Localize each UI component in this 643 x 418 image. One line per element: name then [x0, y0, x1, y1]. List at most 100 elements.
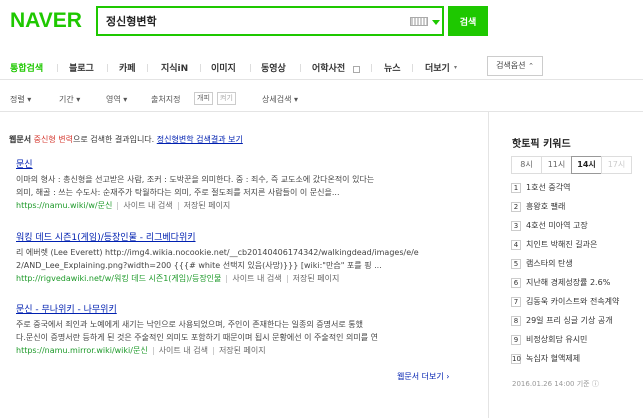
autocomplete-toggle-icon[interactable]: [432, 20, 440, 25]
filter-area-label: 영역: [106, 95, 121, 104]
filter-detail[interactable]: 상세검색 ▾: [262, 94, 298, 105]
hot-keyword-item[interactable]: 4 치인트 박해진 길과은: [511, 239, 636, 258]
notice-text: 으로 검색한 결과입니다.: [72, 135, 155, 144]
hot-topics-timestamp: 2016.01.26 14:00 기준 ⓘ: [512, 379, 599, 389]
rank-badge: 4: [511, 239, 521, 250]
tab-divider: [147, 64, 148, 72]
cached-page-link[interactable]: 저장된 페이지: [184, 201, 231, 210]
source-on-toggle[interactable]: 개피: [194, 92, 213, 105]
filter-area[interactable]: 영역 ▾: [106, 94, 127, 105]
search-options-button[interactable]: 검색옵션 ⌃: [487, 56, 543, 76]
result-snippet-line1: 이마의 형사 : 총신형을 선고받은 사람, 조커 : 도박꾼을 의미한다. 중…: [16, 175, 375, 184]
search-result: 문신 - 무나위키 - 나무위키 주로 중국에서 죄인과 노예에게 새기는 낙인…: [16, 302, 462, 356]
site-search-link[interactable]: 사이트 내 검색: [123, 201, 172, 210]
rank-badge: 8: [511, 315, 521, 326]
search-options-label: 검색옵션: [496, 61, 526, 70]
rank-badge: 5: [511, 258, 521, 269]
rank-badge: 6: [511, 277, 521, 288]
timestamp-label: 2016.01.26 14:00 기준: [512, 380, 590, 388]
chevron-down-icon: ▾: [454, 64, 458, 71]
result-url[interactable]: https://namu.wiki/w/문신: [16, 201, 112, 210]
search-input[interactable]: [106, 11, 396, 31]
hot-keyword-item[interactable]: 1 1호선 중각역: [511, 182, 636, 201]
result-title[interactable]: 워킹 데드 시즌1(게임)/등장인물 - 리그베다위키: [16, 230, 462, 243]
filter-sort[interactable]: 정렬 ▾: [10, 94, 31, 105]
filter-source: 출처지정: [151, 95, 181, 104]
result-snippet-line2: 의미, 해골 : 쓰는 수도사: 순재주가 탁월하다는 의미, 주로 절도죄를 …: [16, 188, 340, 197]
hot-keyword-item[interactable]: 10 녹십자 혈액제제: [511, 353, 636, 372]
more-web-docs-label: 웹문서 더보기: [397, 372, 444, 381]
tab-kin[interactable]: 지식iN: [161, 61, 188, 74]
hot-topics-panel: 핫토픽 키워드 8시 11시 14시 17시 1 1호선 중각역 2 흥왕호 팰래 …: [488, 112, 643, 418]
meta-divider: [177, 201, 179, 210]
site-search-link[interactable]: 사이트 내 검색: [159, 346, 208, 355]
tab-image[interactable]: 이미지: [211, 61, 236, 74]
result-url[interactable]: http://rigvedawiki.net/w/워킹 데드 시즌1(게임)/등…: [16, 274, 221, 283]
original-query-link[interactable]: 정신형변학 검색결과 보기: [157, 135, 243, 144]
hot-keyword-item[interactable]: 2 흥왕호 팰래: [511, 201, 636, 220]
meta-divider: [286, 274, 288, 283]
more-web-docs-link[interactable]: 웹문서 더보기 ›: [397, 371, 449, 382]
hot-keyword-item[interactable]: 7 김동욱 카이스트와 전속계약: [511, 296, 636, 315]
corrected-keyword: 중신형 변력: [33, 135, 73, 144]
filter-sort-label: 정렬: [10, 95, 25, 104]
chevron-down-icon: ▾: [123, 95, 128, 104]
hot-keyword-item[interactable]: 5 램스타의 탄생: [511, 258, 636, 277]
tab-divider: [371, 64, 372, 72]
filter-period[interactable]: 기간 ▾: [59, 94, 80, 105]
rank-badge: 9: [511, 334, 521, 345]
keyword-label: 1호선 중각역: [526, 183, 571, 192]
hour-tab-14[interactable]: 14시: [571, 156, 602, 174]
result-snippet-line1: 리 에버렛 (Lee Everett) http://img4.wikia.no…: [16, 248, 419, 257]
rank-badge: 3: [511, 220, 521, 231]
tab-blog[interactable]: 블로그: [69, 61, 94, 74]
filter-detail-label: 상세검색: [262, 95, 292, 104]
hour-tab-8[interactable]: 8시: [511, 156, 542, 174]
hour-tab-17[interactable]: 17시: [601, 156, 632, 174]
tab-divider: [412, 64, 413, 72]
keyword-label: 29일 프리 싱글 기상 공개: [526, 316, 613, 325]
meta-divider: [212, 346, 214, 355]
tab-divider: [250, 64, 251, 72]
tab-cafe[interactable]: 카페: [119, 61, 136, 74]
chevron-down-icon: ▾: [27, 95, 32, 104]
chevron-down-icon: ▾: [294, 95, 299, 104]
cached-page-link[interactable]: 저장된 페이지: [219, 346, 266, 355]
hot-keyword-item[interactable]: 8 29일 프리 싱글 기상 공개: [511, 315, 636, 334]
tab-video[interactable]: 동영상: [261, 61, 286, 74]
tab-divider: [57, 64, 58, 72]
result-snippet-line2: 다.문신이 증명서란 등하게 된 것은 주술적인 의미도 포함하기 때문이며 됩…: [16, 333, 378, 342]
hot-keyword-item[interactable]: 6 지난해 경제성장률 2.6%: [511, 277, 636, 296]
result-meta: http://rigvedawiki.net/w/워킹 데드 시즌1(게임)/등…: [16, 273, 462, 284]
tab-divider: [200, 64, 201, 72]
tab-dictionary[interactable]: 어학사전: [312, 61, 345, 74]
meta-divider: [152, 346, 154, 355]
info-icon[interactable]: ⓘ: [592, 380, 599, 388]
tab-more[interactable]: 더보기: [425, 61, 450, 74]
result-url[interactable]: https://namu.mirror.wiki/wiki/문신: [16, 346, 148, 355]
result-snippet-line2: 2/AND_Lee_Explaining.png?width=200 {{{# …: [16, 261, 382, 270]
hot-keyword-list: 1 1호선 중각역 2 흥왕호 팰래 3 4호선 미아역 고장 4 치인트 박해진 길과…: [511, 182, 636, 372]
tab-divider: [107, 64, 108, 72]
search-tabs: 통합검색 블로그 카페 지식iN 이미지 동영상 어학사전 뉴스 더보기 ▾ 검…: [0, 56, 643, 80]
result-meta: https://namu.mirror.wiki/wiki/문신 사이트 내 검색…: [16, 345, 462, 356]
site-search-link[interactable]: 사이트 내 검색: [232, 274, 281, 283]
chevron-down-icon: ▾: [76, 95, 81, 104]
cached-page-link[interactable]: 저장된 페이지: [293, 274, 340, 283]
keyword-label: 램스타의 탄생: [526, 259, 573, 268]
hot-keyword-item[interactable]: 9 비정상회담 유시민: [511, 334, 636, 353]
result-title[interactable]: 문신: [16, 157, 462, 170]
new-window-icon: [353, 66, 360, 73]
keyboard-icon[interactable]: [410, 17, 428, 26]
hot-keyword-item[interactable]: 3 4호선 미아역 고장: [511, 220, 636, 239]
search-button[interactable]: 검색: [448, 6, 488, 36]
naver-logo[interactable]: NAVER: [10, 9, 82, 33]
keyword-label: 녹십자 혈액제제: [526, 354, 581, 363]
tab-news[interactable]: 뉴스: [384, 61, 401, 74]
result-title[interactable]: 문신 - 무나위키 - 나무위키: [16, 302, 462, 315]
hour-tab-11[interactable]: 11시: [541, 156, 572, 174]
source-off-toggle[interactable]: 켜기: [217, 92, 236, 105]
keyword-label: 김동욱 카이스트와 전속계약: [526, 297, 620, 306]
meta-divider: [226, 274, 228, 283]
tab-integrated[interactable]: 통합검색: [10, 61, 43, 74]
